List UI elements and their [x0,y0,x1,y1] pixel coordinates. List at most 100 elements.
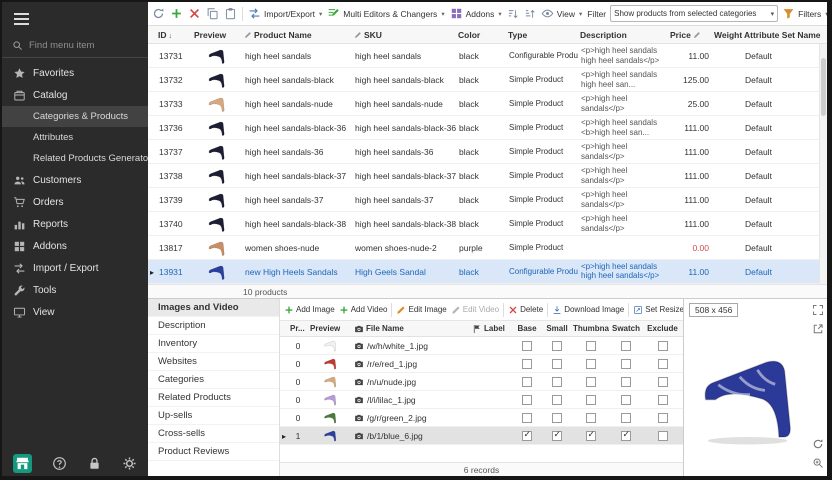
add-product-button[interactable] [170,7,183,20]
base-checkbox[interactable] [522,359,532,369]
swatch-checkbox[interactable] [621,359,631,369]
gear-icon[interactable] [122,456,137,471]
category-filter-select[interactable]: Show products from selected categories [610,5,778,22]
column-header-description[interactable]: Description [578,30,668,40]
small-checkbox[interactable] [552,341,562,351]
paste-button[interactable] [224,7,237,20]
detail-tab[interactable]: Categories [148,371,279,389]
thumbnail-checkbox[interactable] [586,431,596,441]
multi-editors-menu[interactable]: Multi Editors & Changers [327,7,444,20]
add-video-button[interactable]: Add Video [339,305,388,315]
image-row[interactable]: 1 /b/1/blue_6.jpg [280,427,683,445]
sidebar-item[interactable]: View [2,301,148,323]
thumbnail-checkbox[interactable] [586,413,596,423]
delete-image-button[interactable]: Delete [508,305,543,315]
swatch-checkbox[interactable] [621,341,631,351]
swatch-checkbox[interactable] [621,413,631,423]
import-export-menu[interactable]: Import/Export [248,7,322,20]
detail-tab[interactable]: Up-sells [148,407,279,425]
view-menu[interactable]: View [541,7,583,20]
table-row[interactable]: 13738 high heel sandals-black-37 high he… [148,164,827,188]
table-row[interactable]: 13740 high heel sandals-black-38 high he… [148,212,827,236]
column-header-position[interactable]: Pr... [288,324,308,333]
exclude-checkbox[interactable] [658,341,668,351]
sidebar-item[interactable]: Customers [2,169,148,191]
exclude-checkbox[interactable] [658,413,668,423]
column-header-small[interactable]: Small [542,324,572,333]
image-row[interactable]: 0 /n/u/nude.jpg [280,373,683,391]
copy-button[interactable] [206,7,219,20]
delete-product-button[interactable] [188,7,201,20]
small-checkbox[interactable] [552,395,562,405]
detail-tab[interactable]: Cross-sells [148,425,279,443]
download-image-button[interactable]: Download Image [552,305,624,315]
sidebar-item[interactable]: Orders [2,191,148,213]
column-header-exclude[interactable]: Exclude [642,324,683,333]
column-header-swatch[interactable]: Swatch [610,324,642,333]
thumbnail-checkbox[interactable] [586,377,596,387]
store-icon[interactable] [13,454,32,473]
column-header-id[interactable]: ID [156,30,192,40]
column-header-preview[interactable]: Preview [192,30,242,40]
edit-video-button[interactable]: Edit Video [451,305,499,315]
detail-tab[interactable]: Websites [148,353,279,371]
base-checkbox[interactable] [522,431,532,441]
swatch-checkbox[interactable] [621,377,631,387]
sidebar-item[interactable]: Attributes [2,127,148,148]
open-external-icon[interactable] [812,323,824,335]
exclude-checkbox[interactable] [658,431,668,441]
sidebar-item[interactable]: Reports [2,213,148,235]
exclude-checkbox[interactable] [658,395,668,405]
refresh-button[interactable] [152,7,165,20]
sidebar-item[interactable]: Tools [2,279,148,301]
addons-menu[interactable]: Addons [450,7,502,20]
detail-tab[interactable]: Inventory [148,335,279,353]
scrollbar-thumb[interactable] [821,58,826,116]
detail-tab[interactable]: Related Products [148,389,279,407]
column-header-weight[interactable]: Weight [712,30,742,40]
table-row[interactable]: 13732 high heel sandals-black high heel … [148,68,827,92]
exclude-checkbox[interactable] [658,359,668,369]
swatch-checkbox[interactable] [621,395,631,405]
vertical-scrollbar[interactable] [819,44,827,284]
table-row[interactable]: 13731 high heel sandals high heel sandal… [148,44,827,68]
rotate-icon[interactable] [812,438,824,450]
menu-search-input[interactable] [29,40,138,51]
column-header-price[interactable]: Price [668,30,712,40]
base-checkbox[interactable] [522,413,532,423]
small-checkbox[interactable] [552,413,562,423]
image-row[interactable]: 0 /g/r/green_2.jpg [280,409,683,427]
hamburger-menu-icon[interactable] [2,2,148,34]
small-checkbox[interactable] [552,377,562,387]
help-icon[interactable] [52,456,67,471]
set-resize-rule-button[interactable]: Set Resize Rule [633,305,683,315]
column-header-base[interactable]: Base [512,324,542,333]
column-header-label[interactable]: Label [470,324,512,334]
column-header-attribute-set[interactable]: Attribute Set Name [742,30,827,40]
table-row[interactable]: 13739 high heel sandals-37 high heel san… [148,188,827,212]
sidebar-item[interactable]: Favorites [2,62,148,84]
base-checkbox[interactable] [522,377,532,387]
sidebar-item[interactable]: Import / Export [2,257,148,279]
small-checkbox[interactable] [552,431,562,441]
lock-icon[interactable] [87,456,102,471]
thumbnail-checkbox[interactable] [586,395,596,405]
table-row[interactable]: 13931 new High Heels Sandals High Geels … [148,260,827,284]
sort-ascending-button[interactable] [507,8,519,20]
table-row[interactable]: 13737 high heel sandals-36 high heel san… [148,140,827,164]
swatch-checkbox[interactable] [621,431,631,441]
column-header-sku[interactable]: SKU [352,30,456,40]
column-header-thumbnail[interactable]: Thumbna [572,324,610,333]
detail-tab[interactable]: Images and Video [148,299,279,317]
exclude-checkbox[interactable] [658,377,668,387]
sidebar-item[interactable]: Addons [2,235,148,257]
add-image-button[interactable]: Add Image [284,305,335,315]
table-row[interactable]: 13736 high heel sandals-black-36 high he… [148,116,827,140]
zoom-icon[interactable] [812,457,824,469]
column-header-product-name[interactable]: Product Name [242,30,352,40]
column-header-type[interactable]: Type [506,30,578,40]
filters-menu[interactable]: Filters [782,7,827,20]
column-header-file-name[interactable]: File Name [352,324,470,334]
thumbnail-checkbox[interactable] [586,341,596,351]
detail-tab[interactable]: Description [148,317,279,335]
